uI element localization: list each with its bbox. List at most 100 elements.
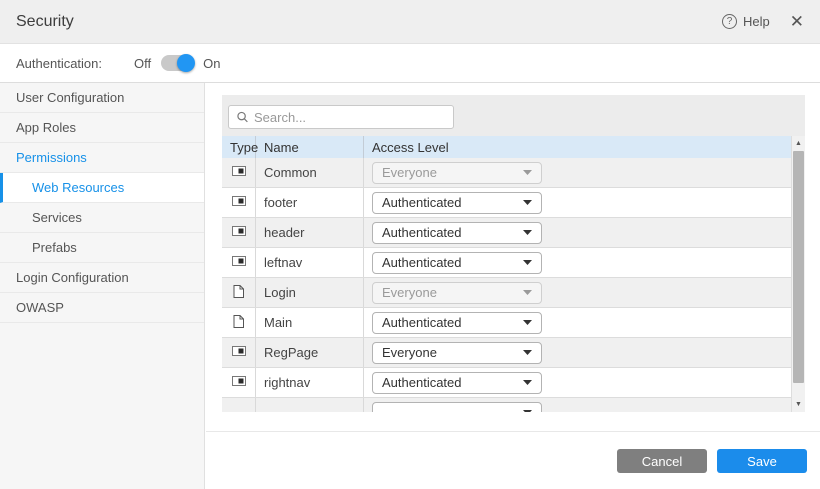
page-icon <box>233 285 244 301</box>
authentication-toggle[interactable] <box>161 55 193 71</box>
partial-icon <box>232 165 246 180</box>
type-cell <box>222 248 256 277</box>
caret-down-icon <box>523 230 532 235</box>
search-icon <box>237 111 248 123</box>
footer-divider <box>206 431 820 432</box>
search-box[interactable] <box>228 105 454 129</box>
table-row: header Authenticated <box>222 218 791 248</box>
table-header: Type Name Access Level <box>222 136 791 158</box>
table-row: footerAuthenticated <box>222 188 791 218</box>
sidebar-item-app-roles[interactable]: App Roles <box>0 113 204 143</box>
table-row: Common Everyone <box>222 158 791 188</box>
search-input[interactable] <box>254 110 445 125</box>
scroll-down-icon[interactable]: ▼ <box>792 398 805 411</box>
titlebar-actions: ? Help ✕ <box>722 13 804 30</box>
access-level-cell: Authenticated <box>364 308 791 337</box>
access-level-select[interactable]: Authenticated <box>372 192 542 214</box>
sidebar-item-label: OWASP <box>16 300 64 315</box>
type-cell <box>222 278 256 307</box>
access-level-select[interactable]: Authenticated <box>372 252 542 274</box>
sidebar-item-label: Web Resources <box>32 180 124 195</box>
access-level-cell: Everyone <box>364 158 791 187</box>
access-level-value: Authenticated <box>382 255 462 270</box>
save-button[interactable]: Save <box>717 449 807 473</box>
scrollbar-thumb[interactable] <box>793 151 804 383</box>
table-row: rightnav Authenticated <box>222 368 791 398</box>
help-button[interactable]: ? Help <box>722 14 770 29</box>
access-level-select[interactable]: Authenticated <box>372 372 542 394</box>
toggle-on-label: On <box>203 56 220 71</box>
name-cell <box>256 398 364 412</box>
permissions-panel: Type Name Access Level Common Everyone foo… <box>222 95 805 412</box>
name-cell: Login <box>256 278 364 307</box>
cancel-button[interactable]: Cancel <box>617 449 707 473</box>
caret-down-icon <box>523 320 532 325</box>
toggle-off-label: Off <box>134 56 151 71</box>
name-cell: RegPage <box>256 338 364 367</box>
column-header-access-level: Access Level <box>364 136 791 158</box>
sidebar-item-login-configuration[interactable]: Login Configuration <box>0 263 204 293</box>
access-level-select[interactable]: Everyone <box>372 342 542 364</box>
titlebar: Security ? Help ✕ <box>0 0 820 44</box>
partial-icon <box>232 345 246 360</box>
table-row <box>222 398 791 412</box>
page-title: Security <box>16 13 74 31</box>
sidebar: User Configuration App Roles Permissions We… <box>0 83 205 489</box>
table-row: Main Authenticated <box>222 308 791 338</box>
type-cell <box>222 398 256 412</box>
sidebar-item-label: User Configuration <box>16 90 124 105</box>
sidebar-item-web-resources[interactable]: Web Resources <box>0 173 204 203</box>
security-dialog: Security ? Help ✕ Authentication: Off On… <box>0 0 820 489</box>
sidebar-item-permissions[interactable]: Permissions <box>0 143 204 173</box>
access-level-cell: Authenticated <box>364 218 791 247</box>
access-level-value: Everyone <box>382 285 437 300</box>
resources-table: Type Name Access Level Common Everyone foo… <box>222 136 792 412</box>
column-header-type: Type <box>222 136 256 158</box>
sidebar-item-label: Permissions <box>16 150 87 165</box>
access-level-cell: Authenticated <box>364 248 791 277</box>
table-row: RegPage Everyone <box>222 338 791 368</box>
type-cell <box>222 188 256 217</box>
caret-down-icon <box>523 170 532 175</box>
type-cell <box>222 158 256 187</box>
sidebar-item-services[interactable]: Services <box>0 203 204 233</box>
help-label: Help <box>743 14 770 29</box>
table-scrollbar[interactable]: ▲ ▼ <box>792 136 805 412</box>
type-cell <box>222 218 256 247</box>
caret-down-icon <box>523 380 532 385</box>
access-level-select[interactable]: Authenticated <box>372 312 542 334</box>
access-level-value: Authenticated <box>382 375 462 390</box>
authentication-label: Authentication: <box>16 56 102 71</box>
close-icon[interactable]: ✕ <box>790 13 804 30</box>
access-level-value: Everyone <box>382 165 437 180</box>
name-cell: rightnav <box>256 368 364 397</box>
partial-icon <box>232 225 246 240</box>
column-header-name: Name <box>256 136 364 158</box>
table-toolbar <box>222 95 805 136</box>
caret-down-icon <box>523 200 532 205</box>
access-level-cell <box>364 398 791 412</box>
access-level-select: Everyone <box>372 282 542 304</box>
authentication-bar: Authentication: Off On <box>0 44 820 83</box>
table-body: Common Everyone footerAuthenticatedheader A… <box>222 158 791 412</box>
sidebar-item-owasp[interactable]: OWASP <box>0 293 204 323</box>
sidebar-item-label: Login Configuration <box>16 270 129 285</box>
name-cell: header <box>256 218 364 247</box>
name-cell: Common <box>256 158 364 187</box>
type-cell <box>222 308 256 337</box>
sidebar-item-user-configuration[interactable]: User Configuration <box>0 83 204 113</box>
scroll-up-icon[interactable]: ▲ <box>792 137 805 150</box>
toggle-knob <box>177 54 195 72</box>
type-cell <box>222 338 256 367</box>
name-cell: Main <box>256 308 364 337</box>
access-level-value: Everyone <box>382 345 437 360</box>
access-level-select[interactable]: Authenticated <box>372 222 542 244</box>
help-icon: ? <box>722 14 737 29</box>
partial-icon <box>232 375 246 390</box>
access-level-cell: Everyone <box>364 338 791 367</box>
sidebar-item-label: App Roles <box>16 120 76 135</box>
access-level-select[interactable] <box>372 402 542 413</box>
partial-icon <box>232 195 246 210</box>
sidebar-item-prefabs[interactable]: Prefabs <box>0 233 204 263</box>
table-row: leftnavAuthenticated <box>222 248 791 278</box>
